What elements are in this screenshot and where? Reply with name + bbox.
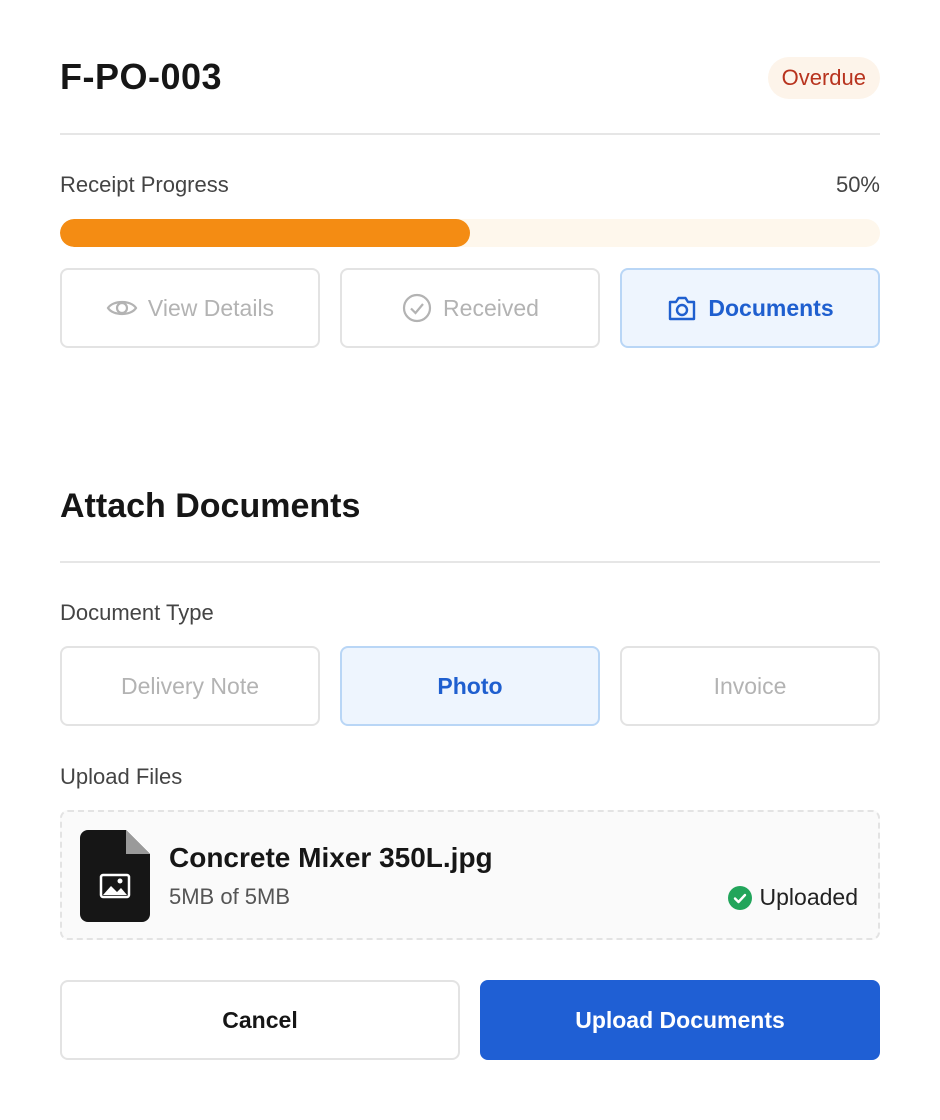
file-name: Concrete Mixer 350L.jpg xyxy=(169,842,493,873)
camera-icon xyxy=(666,292,698,324)
tab-received[interactable]: Received xyxy=(340,268,600,348)
file-size: 5MB of 5MB xyxy=(169,884,291,909)
tab-label: Documents xyxy=(708,294,834,321)
type-option-delivery-note[interactable]: Delivery Note xyxy=(60,646,320,726)
type-option-invoice[interactable]: Invoice xyxy=(620,646,880,726)
tab-label: View Details xyxy=(147,294,275,321)
section-title: Attach Documents xyxy=(60,487,361,525)
upload-status: Uploaded xyxy=(727,884,858,911)
order-header: F-PO-003 Overdue xyxy=(60,52,880,106)
action-bar: Cancel Upload Documents xyxy=(60,980,880,1060)
check-circle-icon xyxy=(401,292,433,324)
upload-documents-button[interactable]: Upload Documents xyxy=(480,980,880,1060)
document-type-selector: Delivery Note Photo Invoice xyxy=(60,646,880,726)
order-id: F-PO-003 xyxy=(60,56,223,97)
upload-dropzone[interactable]: Concrete Mixer 350L.jpg 5MB of 5MB Uploa… xyxy=(60,810,880,940)
document-type-label: Document Type xyxy=(60,600,214,625)
tab-bar: View Details Received Documents xyxy=(60,268,880,348)
upload-files-label: Upload Files xyxy=(60,764,183,789)
image-file-icon xyxy=(80,830,150,922)
progress-percent: 50% xyxy=(835,172,880,197)
tab-documents[interactable]: Documents xyxy=(620,268,880,348)
tab-label: Received xyxy=(443,294,539,321)
progress-bar xyxy=(60,219,880,247)
type-option-photo[interactable]: Photo xyxy=(340,646,600,726)
progress-label: Receipt Progress xyxy=(60,172,229,197)
cancel-button[interactable]: Cancel xyxy=(60,980,460,1060)
status-badge: Overdue xyxy=(767,57,880,99)
check-circle-filled-icon xyxy=(727,885,752,910)
tab-view-details[interactable]: View Details xyxy=(60,268,320,348)
upload-status-label: Uploaded xyxy=(759,884,858,910)
divider xyxy=(60,133,880,135)
progress-bar-fill xyxy=(60,219,470,247)
eye-icon xyxy=(106,292,138,324)
divider xyxy=(60,561,880,563)
